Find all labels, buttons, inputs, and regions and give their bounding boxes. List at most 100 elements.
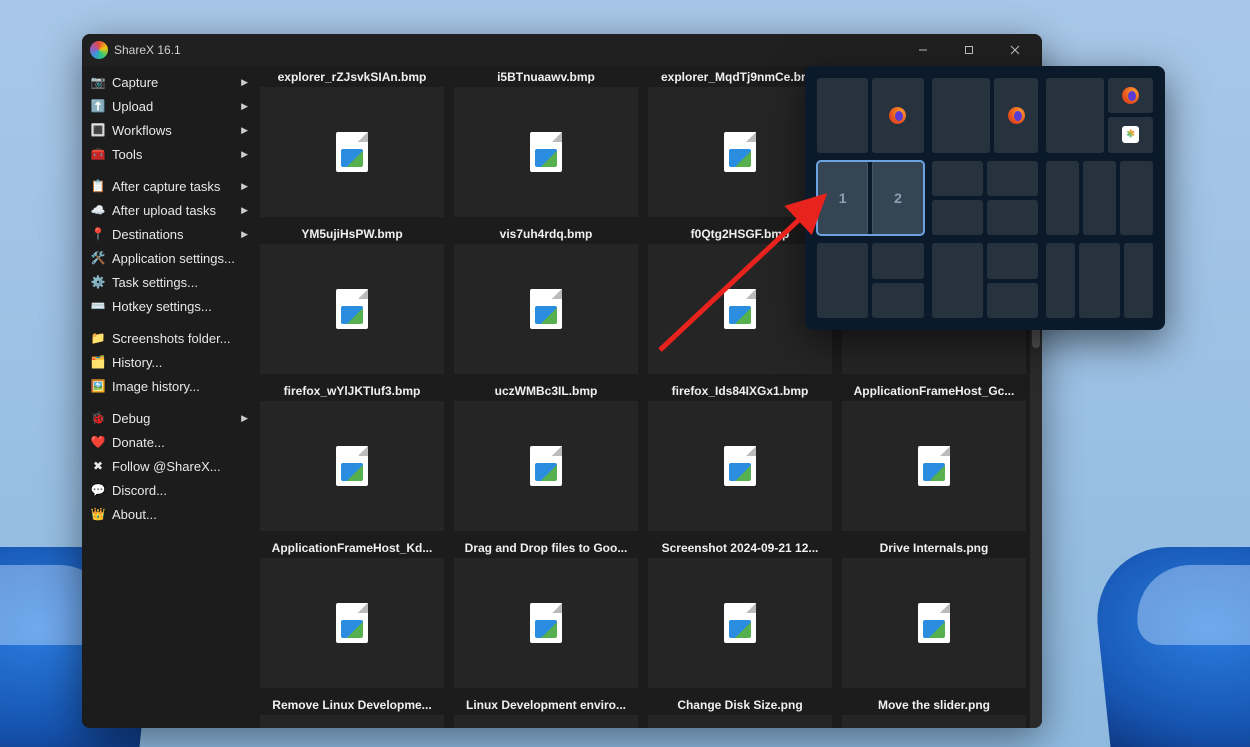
file-item[interactable]: uczWMBc3IL.bmp [454, 384, 638, 531]
maximize-button[interactable] [946, 34, 992, 66]
snap-cell[interactable] [1046, 161, 1079, 236]
snap-cell[interactable] [987, 243, 1038, 278]
image-file-icon [530, 603, 562, 643]
snap-cell[interactable] [932, 200, 983, 235]
sidebar-item-about[interactable]: 👑About... [82, 502, 256, 526]
snap-cell[interactable] [932, 243, 983, 318]
sidebar-item-workflows[interactable]: 🔳Workflows▶ [82, 118, 256, 142]
sidebar-item-task-settings[interactable]: ⚙️Task settings... [82, 270, 256, 294]
file-item[interactable]: i5BTnuaawv.bmp [454, 70, 638, 217]
file-thumbnail[interactable] [648, 558, 832, 688]
file-item[interactable]: Move the slider.png [842, 698, 1026, 728]
snap-cell[interactable] [1124, 243, 1153, 318]
window-title: ShareX 16.1 [114, 43, 181, 57]
snap-cell[interactable] [1120, 161, 1153, 236]
file-thumbnail[interactable] [454, 87, 638, 217]
snap-layout-2col[interactable] [817, 78, 924, 153]
sidebar-item-after-upload-tasks[interactable]: ☁️After upload tasks▶ [82, 198, 256, 222]
snap-cell-1[interactable]: 1 [817, 161, 868, 236]
file-thumbnail[interactable] [842, 401, 1026, 531]
image-file-icon [724, 132, 756, 172]
sidebar-item-discord[interactable]: 💬Discord... [82, 478, 256, 502]
snap-cell[interactable] [1083, 161, 1116, 236]
sidebar-icon: ☁️ [90, 202, 106, 218]
snap-cell[interactable] [987, 283, 1038, 318]
file-item[interactable]: explorer_rZJsvkSIAn.bmp [260, 70, 444, 217]
sidebar-item-donate[interactable]: ❤️Donate... [82, 430, 256, 454]
image-file-icon [724, 289, 756, 329]
snap-cell[interactable] [872, 243, 923, 278]
snap-layout-4[interactable] [932, 161, 1039, 236]
sidebar-item-label: About... [112, 507, 248, 522]
file-thumbnail[interactable] [454, 244, 638, 374]
file-item[interactable]: Remove Linux Developme... [260, 698, 444, 728]
snap-cell-2[interactable]: 2 [872, 161, 923, 236]
file-thumbnail[interactable] [454, 401, 638, 531]
snap-cell[interactable] [872, 283, 923, 318]
snap-layout-3[interactable] [1046, 78, 1153, 153]
file-thumbnail[interactable] [842, 715, 1026, 728]
file-thumbnail[interactable] [842, 558, 1026, 688]
sidebar-item-screenshots-folder[interactable]: 📁Screenshots folder... [82, 326, 256, 350]
file-item[interactable]: firefox_Ids84IXGx1.bmp [648, 384, 832, 531]
sidebar-item-destinations[interactable]: 📍Destinations▶ [82, 222, 256, 246]
file-item[interactable]: firefox_wYlJKTIuf3.bmp [260, 384, 444, 531]
titlebar[interactable]: ShareX 16.1 [82, 34, 1042, 66]
sidebar-item-history[interactable]: 🗂️History... [82, 350, 256, 374]
file-thumbnail[interactable] [648, 715, 832, 728]
file-thumbnail[interactable] [454, 715, 638, 728]
snap-cell[interactable] [817, 78, 868, 153]
snap-cell[interactable] [932, 78, 990, 153]
snap-cell[interactable] [987, 200, 1038, 235]
file-item[interactable]: Screenshot 2024-09-21 12... [648, 541, 832, 688]
snap-cell[interactable] [987, 161, 1038, 196]
image-file-icon [336, 132, 368, 172]
sidebar-item-debug[interactable]: 🐞Debug▶ [82, 406, 256, 430]
sidebar-item-hotkey-settings[interactable]: ⌨️Hotkey settings... [82, 294, 256, 318]
snap-cell[interactable] [1108, 117, 1153, 152]
file-item[interactable]: vis7uh4rdq.bmp [454, 227, 638, 374]
sidebar-item-label: Follow @ShareX... [112, 459, 248, 474]
file-item[interactable]: Linux Development enviro... [454, 698, 638, 728]
file-item[interactable]: ApplicationFrameHost_Gc... [842, 384, 1026, 531]
snap-cell[interactable] [1079, 243, 1120, 318]
snap-cell[interactable] [1046, 78, 1104, 153]
snap-cell[interactable] [1108, 78, 1153, 113]
file-thumbnail[interactable] [260, 715, 444, 728]
sidebar-item-upload[interactable]: ⬆️Upload▶ [82, 94, 256, 118]
snap-cell[interactable] [932, 161, 983, 196]
file-name: YM5ujiHsPW.bmp [260, 227, 444, 242]
file-thumbnail[interactable] [648, 401, 832, 531]
snap-layout-3c[interactable] [932, 243, 1039, 318]
sidebar-item-follow-sharex[interactable]: ✖Follow @ShareX... [82, 454, 256, 478]
snap-layout-3col[interactable] [1046, 161, 1153, 236]
snap-layouts-popup[interactable]: 1 2 [805, 66, 1165, 330]
snap-layout-3col-wide[interactable] [1046, 243, 1153, 318]
sidebar-item-after-capture-tasks[interactable]: 📋After capture tasks▶ [82, 174, 256, 198]
close-button[interactable] [992, 34, 1038, 66]
snap-cell[interactable] [817, 243, 868, 318]
snap-layout-3b[interactable] [817, 243, 924, 318]
file-item[interactable]: Drive Internals.png [842, 541, 1026, 688]
file-item[interactable]: ApplicationFrameHost_Kd... [260, 541, 444, 688]
snap-cell[interactable] [1046, 243, 1075, 318]
snap-cell[interactable] [994, 78, 1039, 153]
file-item[interactable]: Change Disk Size.png [648, 698, 832, 728]
sidebar-item-application-settings[interactable]: 🛠️Application settings... [82, 246, 256, 270]
file-thumbnail[interactable] [260, 87, 444, 217]
file-thumbnail[interactable] [260, 558, 444, 688]
snap-cell[interactable] [872, 78, 923, 153]
snap-layout-2col-wide[interactable] [932, 78, 1039, 153]
snap-layout-selected[interactable]: 1 2 [817, 161, 924, 236]
sidebar-item-label: Image history... [112, 379, 248, 394]
sidebar-icon: ⚙️ [90, 274, 106, 290]
sidebar-item-tools[interactable]: 🧰Tools▶ [82, 142, 256, 166]
file-thumbnail[interactable] [260, 401, 444, 531]
sidebar-item-image-history[interactable]: 🖼️Image history... [82, 374, 256, 398]
sidebar-item-capture[interactable]: 📷Capture▶ [82, 70, 256, 94]
minimize-button[interactable] [900, 34, 946, 66]
file-thumbnail[interactable] [260, 244, 444, 374]
file-thumbnail[interactable] [454, 558, 638, 688]
file-item[interactable]: Drag and Drop files to Goo... [454, 541, 638, 688]
file-item[interactable]: YM5ujiHsPW.bmp [260, 227, 444, 374]
